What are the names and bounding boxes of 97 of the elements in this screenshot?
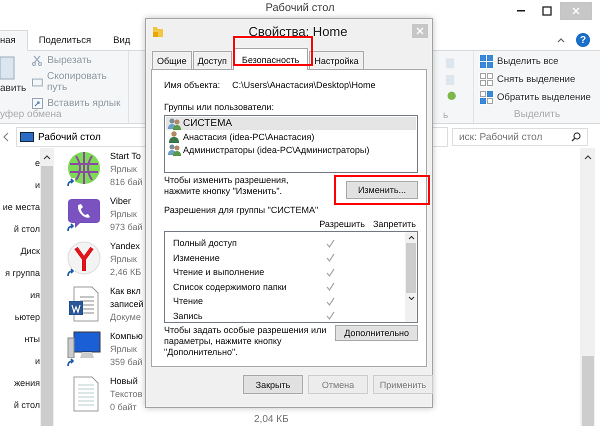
nav-item[interactable]: Диск	[20, 240, 40, 262]
close-icon	[416, 27, 424, 35]
nav-item[interactable]: ия	[30, 284, 40, 306]
user-list-item[interactable]: Администраторы (idea-PC\Администраторы)	[166, 143, 416, 156]
ribbon-command[interactable]: Снять выделение	[497, 74, 576, 85]
advanced-button[interactable]: Дополнительно	[335, 325, 418, 341]
search-field[interactable]: иск: Рабочий стол	[452, 128, 588, 146]
help-button[interactable]: ?	[576, 33, 590, 47]
nav-item[interactable]: и	[34, 350, 40, 372]
lock-folder-icon	[152, 24, 164, 38]
dialog-tab[interactable]: Общие	[152, 51, 192, 69]
scrollbar[interactable]	[405, 232, 417, 322]
change-hint: Чтобы изменить разрешения, нажмите кнопку "Изменить".	[164, 175, 290, 197]
file-size: 973 бай	[110, 221, 142, 234]
group-label: уфер обмена	[0, 109, 63, 120]
y-letter-icon[interactable]	[66, 240, 102, 278]
user-list-item[interactable]: Анастасия (idea-PC\Анастасия)	[166, 130, 416, 143]
scroll-up-icon[interactable]	[408, 235, 414, 240]
file-name[interactable]: Viber	[110, 195, 142, 208]
select-none-icon[interactable]	[480, 73, 493, 86]
object-path: C:\Users\Анастасия\Desktop\Home	[232, 80, 376, 90]
permission-name: Полный доступ	[173, 238, 238, 248]
dialog-tab[interactable]: Доступ	[192, 51, 232, 69]
scroll-up-icon[interactable]	[584, 154, 592, 160]
file-size: 0 байт	[110, 401, 138, 414]
permission-name: Чтение и выполнение	[173, 267, 266, 278]
nav-item[interactable]: жения	[14, 372, 40, 394]
scrollbar[interactable]	[40, 148, 54, 426]
groups-label: Группы или пользователи:	[164, 102, 275, 112]
globe-icon[interactable]	[66, 150, 102, 188]
scroll-thumb[interactable]	[582, 356, 594, 426]
scroll-thumb[interactable]	[41, 166, 53, 426]
maximize-icon	[542, 6, 552, 16]
file-size: 816 бай	[110, 176, 142, 189]
nav-item[interactable]: я группа	[5, 262, 40, 284]
file-size: 2,04 КБ	[254, 414, 289, 425]
nav-item[interactable]: й стол	[14, 394, 40, 416]
file-name[interactable]: записей	[110, 298, 144, 311]
dialog-tab[interactable]: Настройка	[309, 51, 364, 69]
nav-item[interactable]: и	[34, 174, 40, 196]
nav-item[interactable]: ие места	[2, 196, 40, 218]
file-type: Ярлык	[110, 253, 138, 266]
file-type: Докуме	[110, 311, 142, 324]
file-type: Ярлык	[110, 208, 138, 221]
file-name[interactable]: Новый	[110, 375, 142, 388]
advanced-hint: Чтобы задать особые разрешения или параметры, нажмите кнопку "Дополнительно".	[164, 325, 328, 358]
search-icon	[571, 132, 581, 142]
scroll-up-icon[interactable]	[43, 154, 51, 160]
permission-name: Изменение	[173, 252, 221, 263]
user-list-item[interactable]: СИСТЕМА	[166, 117, 416, 130]
file-name[interactable]: Start To	[110, 150, 142, 163]
nav-item[interactable]: й стол	[14, 218, 40, 240]
object-name-label: Имя объекта:	[164, 80, 220, 90]
select-all-icon[interactable]	[480, 55, 493, 68]
users-icon	[168, 144, 181, 156]
change-button[interactable]: Изменить...	[346, 181, 418, 199]
desktop-icon	[20, 132, 34, 142]
deny-column-header: Запретить	[373, 219, 416, 229]
permission-name: Чтение	[173, 296, 204, 306]
nav-item[interactable]: ьютер	[14, 306, 40, 328]
computer-icon[interactable]	[66, 330, 102, 368]
dialog-button[interactable]: Закрыть	[243, 375, 303, 394]
scroll-down-icon[interactable]	[408, 296, 414, 301]
ribbon-tab[interactable]: ная	[0, 30, 28, 51]
window-title: Рабочий стол	[265, 2, 335, 14]
permission-name: Запись	[173, 310, 204, 321]
paste-label[interactable]: авить	[0, 83, 26, 94]
file-name[interactable]: Компью	[110, 330, 143, 343]
users-icon	[168, 118, 181, 130]
dialog-title: Свойства: Home	[248, 24, 348, 38]
file-size: 2,46 КБ	[110, 266, 142, 279]
collapse-icon[interactable]	[556, 36, 566, 44]
file-type: Ярлык	[110, 343, 138, 356]
file-name[interactable]: Как вкл	[110, 285, 144, 298]
file-type: Ярлык	[110, 163, 138, 176]
scrollbar[interactable]	[580, 148, 595, 426]
group-label: ь	[443, 110, 448, 121]
nav-item[interactable]: е	[34, 152, 40, 174]
file-type: Текстов	[110, 388, 142, 401]
back-icon[interactable]	[2, 132, 10, 142]
minimize-icon	[517, 10, 525, 12]
scroll-thumb[interactable]	[406, 243, 416, 293]
group-label: Выделить	[512, 109, 562, 120]
ribbon-command[interactable]: Выделить все	[497, 56, 558, 67]
permission-name: Список содержимого папки	[173, 282, 288, 292]
scissors-icon[interactable]	[32, 55, 44, 66]
user-icon	[168, 130, 181, 142]
ribbon-command[interactable]: Обратить выделение	[497, 92, 591, 103]
path-icon[interactable]	[32, 76, 44, 88]
file-size: 359 бай	[110, 356, 143, 369]
allow-column-header: Разрешить	[319, 219, 365, 229]
nav-item[interactable]: нты	[24, 328, 40, 350]
permissions-label: Разрешения для группы "СИСТЕМА"	[164, 205, 320, 215]
invert-selection-icon[interactable]	[480, 91, 493, 104]
file-name[interactable]: Yandex	[110, 240, 142, 253]
close-icon	[571, 6, 581, 16]
shortcut-icon[interactable]	[32, 98, 44, 109]
